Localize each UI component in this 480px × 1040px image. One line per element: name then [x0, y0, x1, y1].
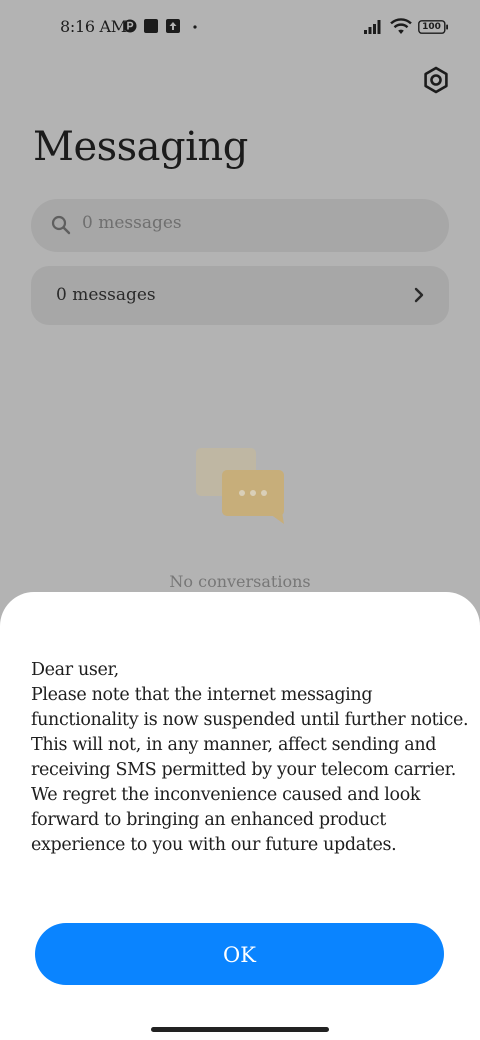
- dialog-body: Please note that the internet messaging …: [31, 685, 469, 855]
- status-time: 8:16 AM: [60, 17, 127, 36]
- ok-button[interactable]: OK: [35, 923, 444, 985]
- app-notification-icon: [144, 19, 158, 33]
- search-bar[interactable]: 0 messages: [31, 199, 449, 252]
- more-notifications-dot-icon: [193, 25, 197, 29]
- dialog-message: Dear user, Please note that the internet…: [31, 658, 471, 858]
- search-icon: [51, 215, 71, 235]
- chevron-right-icon: [414, 287, 424, 303]
- status-bar: 8:16 AM 100: [0, 0, 480, 56]
- empty-state-text: No conversations: [169, 572, 311, 591]
- battery-icon: 100: [418, 20, 448, 34]
- filter-label: 0 messages: [56, 285, 156, 305]
- battery-level: 100: [422, 22, 441, 32]
- upload-notification-icon: [166, 19, 180, 33]
- search-input[interactable]: 0 messages: [82, 213, 182, 233]
- settings-gear-icon[interactable]: [420, 64, 452, 96]
- message-filter-row[interactable]: 0 messages: [31, 266, 449, 325]
- messaging-screen: 8:16 AM 100 Messaging 0 messages 0 messa…: [0, 0, 480, 1040]
- signal-icon: [364, 20, 381, 34]
- home-indicator[interactable]: [151, 1027, 329, 1032]
- wifi-icon: [390, 18, 412, 34]
- notice-dialog: Dear user, Please note that the internet…: [0, 592, 480, 1040]
- page-title: Messaging: [33, 124, 248, 170]
- vpn-notification-icon: [123, 19, 137, 33]
- dialog-greeting: Dear user,: [31, 660, 119, 680]
- chat-bubbles-icon: [196, 448, 284, 524]
